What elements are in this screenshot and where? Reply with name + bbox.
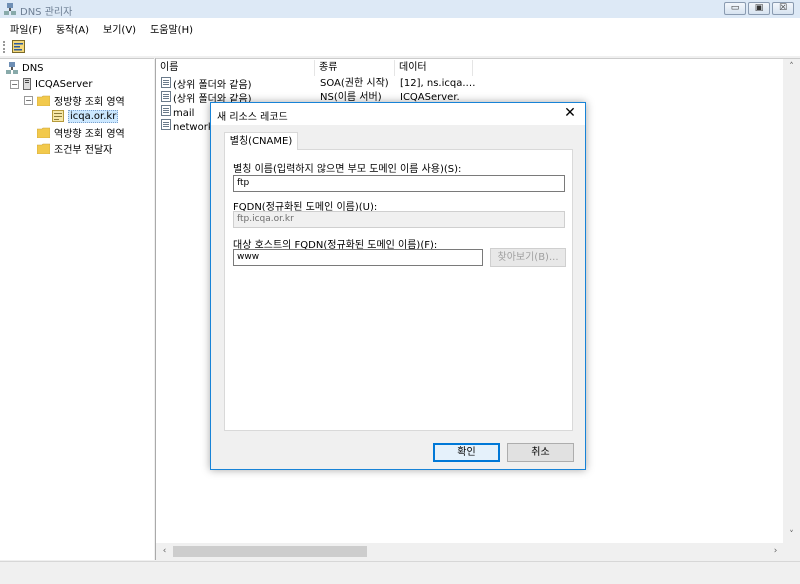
- dialog-title: 새 리소스 레코드: [217, 112, 288, 123]
- menu-file[interactable]: 파일(F): [10, 21, 42, 36]
- tree-label: 역방향 조회 영역: [54, 128, 125, 140]
- cancel-button[interactable]: 취소: [507, 443, 574, 462]
- record-name: mail: [173, 108, 195, 119]
- record-name: network: [173, 122, 214, 133]
- column-header-type[interactable]: 종류: [315, 60, 395, 76]
- folder-icon: [37, 143, 50, 154]
- tree-label: DNS: [22, 62, 44, 74]
- tree-label: 정방향 조회 영역: [54, 96, 125, 108]
- fqdn-field: ftp.icqa.or.kr: [233, 211, 565, 228]
- horizontal-scrollbar[interactable]: ‹ ›: [156, 543, 784, 560]
- folder-icon: [37, 127, 50, 138]
- menu-action[interactable]: 동작(A): [56, 21, 89, 36]
- scroll-thumb[interactable]: [173, 546, 367, 557]
- scroll-left-arrow[interactable]: ‹: [156, 543, 173, 560]
- maximize-button[interactable]: ▣: [748, 2, 770, 15]
- properties-icon[interactable]: [12, 40, 25, 53]
- column-header-data[interactable]: 데이터: [395, 60, 473, 76]
- dns-app-icon: [4, 3, 16, 15]
- tree-item-dns[interactable]: DNS: [6, 61, 44, 75]
- tree-label: 조건부 전달자: [54, 144, 113, 156]
- record-icon: [161, 119, 171, 135]
- tree-item-reverse-zones[interactable]: 역방향 조회 영역: [37, 125, 125, 140]
- menu-bar: 파일(F) 동작(A) 보기(V) 도움말(H): [0, 18, 800, 38]
- console-tree: DNS − ICQAServer − 정방향 조회 영역 icqa.or.kr …: [0, 58, 154, 560]
- tree-item-conditional-forwarders[interactable]: 조건부 전달자: [37, 141, 113, 156]
- server-icon: [23, 78, 31, 90]
- tree-item-forward-zones[interactable]: − 정방향 조회 영역: [24, 93, 125, 108]
- collapse-toggle[interactable]: −: [24, 95, 33, 105]
- column-header-name[interactable]: 이름: [156, 60, 315, 76]
- zone-icon: [52, 110, 64, 122]
- record-type: SOA(권한 시작): [320, 78, 389, 89]
- scroll-up-arrow[interactable]: ˄: [783, 59, 800, 76]
- target-host-input[interactable]: www: [233, 249, 483, 266]
- scroll-right-arrow[interactable]: ›: [767, 543, 784, 560]
- folder-icon: [37, 95, 50, 106]
- record-name: (상위 폴더와 같음): [173, 80, 252, 91]
- status-bar: [0, 561, 800, 584]
- dialog-close-icon[interactable]: ✕: [561, 104, 579, 122]
- vertical-scrollbar[interactable]: ˄ ˅: [783, 59, 800, 544]
- dns-icon: [6, 62, 18, 74]
- record-data: [12], ns.icqa.…: [400, 78, 476, 89]
- new-resource-record-dialog: 새 리소스 레코드 ✕ 별칭(CNAME) 별칭 이름(입력하지 않으면 부모 …: [210, 102, 586, 470]
- window-title: DNS 관리자: [20, 7, 73, 18]
- minimize-button[interactable]: ▭: [724, 2, 746, 15]
- ok-button[interactable]: 확인: [433, 443, 500, 462]
- toolbar-grip: [3, 41, 5, 53]
- tree-item-zone-icqa[interactable]: icqa.or.kr: [52, 109, 119, 123]
- dialog-title-bar: 새 리소스 레코드 ✕: [211, 103, 585, 125]
- scroll-down-arrow[interactable]: ˅: [783, 527, 800, 544]
- list-item[interactable]: (상위 폴더와 같음) SOA(권한 시작) [12], ns.icqa.…: [156, 77, 656, 91]
- alias-name-input[interactable]: ftp: [233, 175, 565, 192]
- menu-view[interactable]: 보기(V): [103, 21, 136, 36]
- menu-help[interactable]: 도움말(H): [150, 21, 193, 36]
- window-title-bar: DNS 관리자 ▭ ▣ ☒: [0, 0, 800, 18]
- close-button[interactable]: ☒: [772, 2, 794, 15]
- browse-button[interactable]: 찾아보기(B)...: [490, 248, 566, 267]
- tab-cname[interactable]: 별칭(CNAME): [224, 132, 298, 150]
- alias-name-label: 별칭 이름(입력하지 않으면 부모 도메인 이름 사용)(S):: [233, 164, 462, 175]
- scroll-corner: [783, 543, 800, 560]
- tree-label: icqa.or.kr: [68, 109, 119, 123]
- tree-label: ICQAServer: [35, 78, 93, 90]
- collapse-toggle[interactable]: −: [10, 79, 19, 89]
- toolbar: [0, 38, 800, 56]
- cname-tab-panel: 별칭 이름(입력하지 않으면 부모 도메인 이름 사용)(S): ftp FQD…: [224, 149, 573, 431]
- tree-item-server[interactable]: − ICQAServer: [10, 77, 92, 91]
